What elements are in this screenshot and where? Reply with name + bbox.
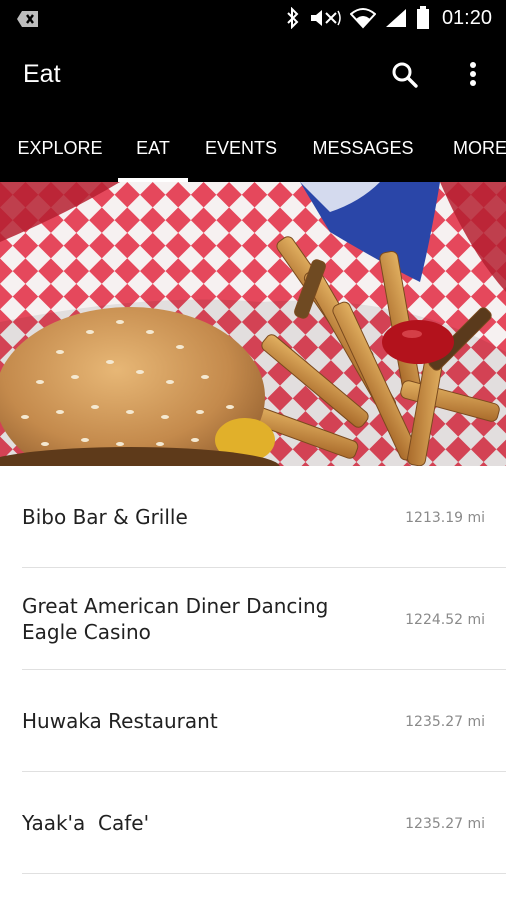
tab-eat[interactable]: EAT — [118, 116, 188, 182]
restaurant-name: Yaak'a Cafe' — [22, 811, 150, 835]
page-title: Eat — [23, 60, 61, 88]
restaurant-name: Bibo Bar & Grille — [22, 505, 188, 529]
restaurant-distance: 1235.27 mi — [405, 714, 485, 730]
tab-explore[interactable]: EXPLORE — [4, 116, 116, 182]
restaurant-distance: 1224.52 mi — [405, 612, 485, 628]
list-item[interactable]: Bibo Bar & Grille 1213.19 mi — [0, 466, 506, 568]
search-icon[interactable] — [390, 60, 420, 90]
overflow-menu-icon[interactable] — [460, 60, 486, 90]
restaurant-name: Huwaka Restaurant — [22, 709, 218, 733]
app-bar: Eat — [0, 38, 506, 116]
restaurant-name: Great American Diner Dancing Eagle Casin… — [22, 594, 329, 644]
signal-icon — [384, 7, 408, 29]
status-bar: 01:20 — [0, 0, 506, 38]
battery-icon — [416, 6, 430, 30]
bluetooth-icon — [286, 7, 300, 29]
notification-icon — [16, 9, 40, 29]
restaurant-distance: 1235.27 mi — [405, 816, 485, 832]
tab-bar: EXPLORE EAT EVENTS MESSAGES MORE — [0, 116, 506, 182]
tab-events[interactable]: EVENTS — [194, 116, 288, 182]
list-item[interactable]: Yaak'a Cafe' 1235.27 mi — [0, 772, 506, 874]
status-time: 01:20 — [441, 6, 492, 29]
list-item[interactable]: Huwaka Restaurant 1235.27 mi — [0, 670, 506, 772]
list-item[interactable]: Great American Diner Dancing Eagle Casin… — [0, 568, 506, 670]
mute-icon — [308, 7, 342, 29]
divider — [22, 873, 506, 874]
wifi-icon — [349, 7, 376, 29]
tab-messages[interactable]: MESSAGES — [300, 116, 426, 182]
restaurant-distance: 1213.19 mi — [405, 510, 485, 526]
hero-image — [0, 182, 506, 466]
tab-more[interactable]: MORE — [440, 116, 506, 182]
